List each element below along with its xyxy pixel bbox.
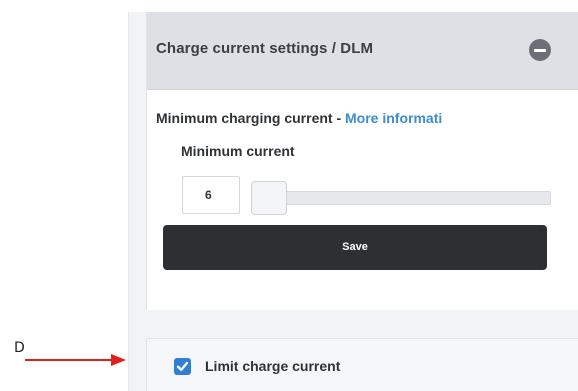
annotation-letter: D [14,340,25,356]
annotation-arrow-icon [25,354,126,366]
minimum-current-slider-track[interactable] [251,191,551,205]
checkmark-icon [176,361,189,371]
minus-circle-icon[interactable] [529,39,551,61]
minimum-charging-current-label: Minimum charging current - [156,110,346,126]
minimum-current-slider-handle[interactable] [251,181,287,215]
charge-current-settings-card: Charge current settings / DLM Minimum ch… [146,12,578,310]
minimum-current-label: Minimum current [181,143,295,159]
card-title: Charge current settings / DLM [156,40,374,57]
limit-charge-current-checkbox[interactable] [174,358,191,375]
screenshot-stage: Charge current settings / DLM Minimum ch… [0,0,578,391]
minimum-charging-current-heading: Minimum charging current - More informat… [156,110,442,126]
save-button[interactable]: Save [163,225,547,270]
limit-charge-current-label: Limit charge current [205,358,341,374]
card-header[interactable]: Charge current settings / DLM [147,12,578,90]
minimum-current-input[interactable]: 6 [182,176,240,214]
limit-charge-current-card: Limit charge current [146,338,578,391]
more-information-link[interactable]: More informati [345,110,442,126]
